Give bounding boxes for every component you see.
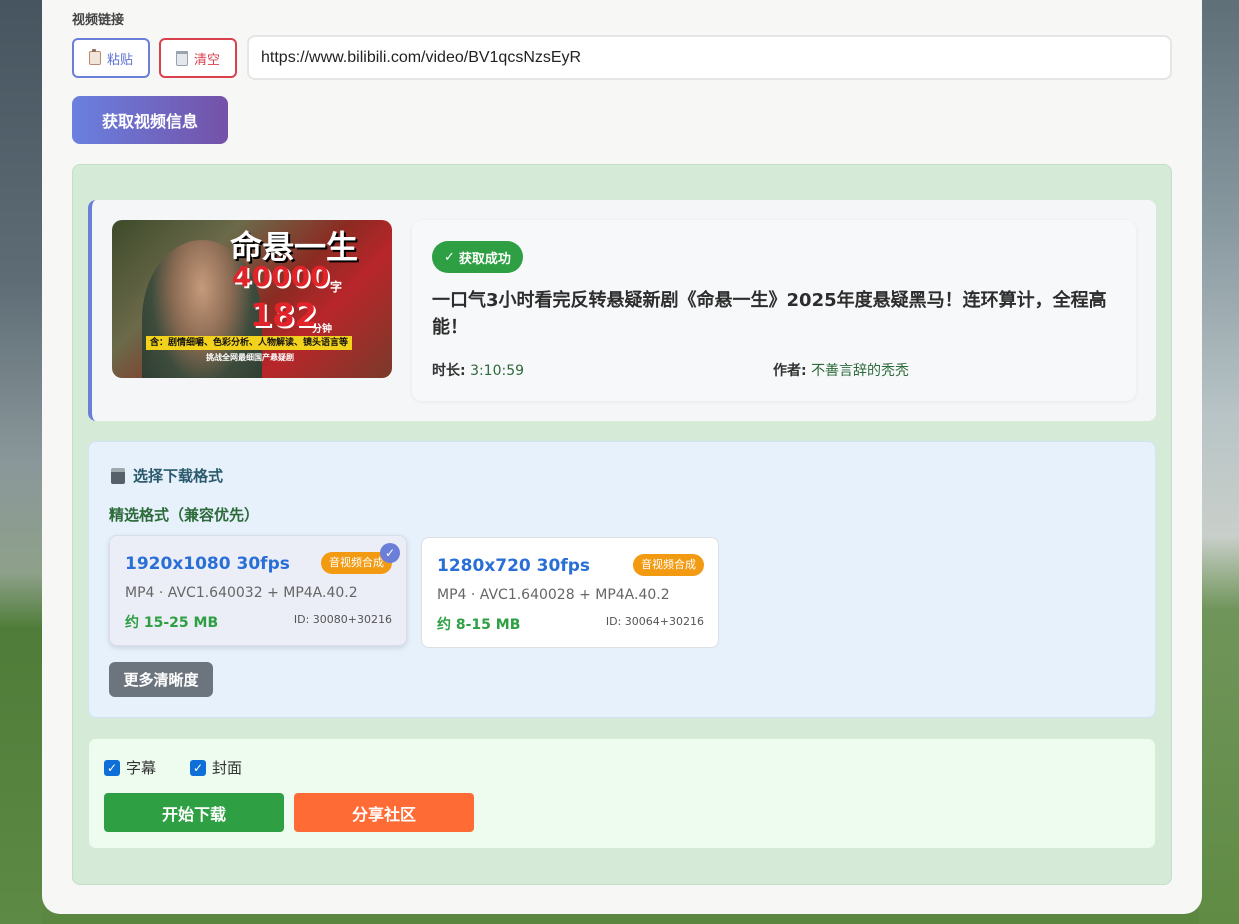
selected-check-icon: ✓ bbox=[380, 543, 400, 563]
format-option-1080p[interactable]: 1920x1080 30fps 音视频合成 MP4 · AVC1.640032 … bbox=[109, 535, 407, 646]
format-codec: MP4 · AVC1.640032 + MP4A.40.2 bbox=[125, 585, 358, 601]
clapperboard-icon bbox=[111, 467, 125, 484]
fetch-video-info-button[interactable]: 获取视频信息 bbox=[72, 96, 228, 144]
duration-value: 3:10:59 bbox=[470, 363, 525, 379]
cover-checkbox[interactable]: ✓ 封面 bbox=[190, 757, 242, 778]
paste-button[interactable]: 粘贴 bbox=[72, 38, 150, 78]
start-download-button[interactable]: 开始下载 bbox=[104, 793, 284, 832]
format-id: ID: 30080+30216 bbox=[293, 613, 392, 626]
format-id: ID: 30064+30216 bbox=[605, 615, 704, 628]
duration-label: 时长: bbox=[432, 363, 466, 379]
trash-icon bbox=[175, 50, 188, 66]
format-size: 约 8-15 MB bbox=[437, 617, 521, 633]
author-value: 不善言辞的秃秃 bbox=[811, 363, 910, 379]
duration-row: 时长: 3:10:59 bbox=[432, 360, 524, 380]
check-icon: ✓ bbox=[444, 249, 455, 265]
checkbox-check-icon: ✓ bbox=[190, 759, 206, 776]
clipboard-icon bbox=[88, 49, 101, 65]
more-resolutions-button[interactable]: 更多清晰度 bbox=[109, 662, 213, 697]
thumbnail-minutes-unit: 分钟 bbox=[312, 324, 332, 335]
thumbnail-band: 含：剧情细嚼、色彩分析、人物解读、镜头语言等 bbox=[146, 336, 352, 350]
format-tag: 音视频合成 bbox=[633, 554, 704, 576]
thumbnail-number: 40000 bbox=[232, 260, 330, 293]
share-community-button[interactable]: 分享社区 bbox=[294, 793, 474, 832]
author-row: 作者: 不善言辞的秃秃 bbox=[773, 360, 909, 380]
background-right bbox=[1199, 0, 1239, 924]
clear-button[interactable]: 清空 bbox=[159, 38, 237, 78]
format-subheading: 精选格式（兼容优先） bbox=[109, 506, 260, 524]
thumbnail-subtitle: 挑战全网最细国产悬疑剧 bbox=[206, 353, 294, 362]
thumbnail-unit: 字 bbox=[330, 280, 343, 294]
format-codec: MP4 · AVC1.640028 + MP4A.40.2 bbox=[437, 587, 670, 603]
checkbox-check-icon: ✓ bbox=[104, 759, 120, 776]
format-size: 约 15-25 MB bbox=[125, 615, 219, 631]
paste-button-label: 粘贴 bbox=[106, 52, 133, 68]
format-resolution: 1920x1080 30fps bbox=[125, 554, 290, 574]
subtitle-checkbox[interactable]: ✓ 字幕 bbox=[104, 757, 156, 778]
format-heading: 选择下载格式 bbox=[111, 465, 223, 486]
video-thumbnail: 命悬一生 40000 字 182 分钟 含：剧情细嚼、色彩分析、人物解读、镜头语… bbox=[112, 220, 392, 378]
background-left bbox=[0, 0, 42, 924]
author-label: 作者: bbox=[773, 363, 807, 379]
format-resolution: 1280x720 30fps bbox=[437, 556, 591, 576]
url-field-label: 视频链接 bbox=[72, 13, 125, 28]
video-title: 一口气3小时看完反转悬疑新剧《命悬一生》2025年度悬疑黑马！连环算计，全程高能… bbox=[432, 290, 1107, 338]
status-badge: ✓ 获取成功 bbox=[432, 241, 523, 273]
thumbnail-minutes: 182 bbox=[250, 296, 317, 334]
clear-button-label: 清空 bbox=[193, 52, 220, 68]
format-option-720p[interactable]: 1280x720 30fps 音视频合成 MP4 · AVC1.640028 +… bbox=[421, 537, 719, 648]
video-url-input[interactable] bbox=[247, 35, 1172, 80]
status-text: 获取成功 bbox=[458, 251, 511, 267]
cover-checkbox-label: 封面 bbox=[212, 759, 243, 777]
subtitle-checkbox-label: 字幕 bbox=[126, 759, 157, 777]
format-heading-text: 选择下载格式 bbox=[133, 467, 224, 485]
